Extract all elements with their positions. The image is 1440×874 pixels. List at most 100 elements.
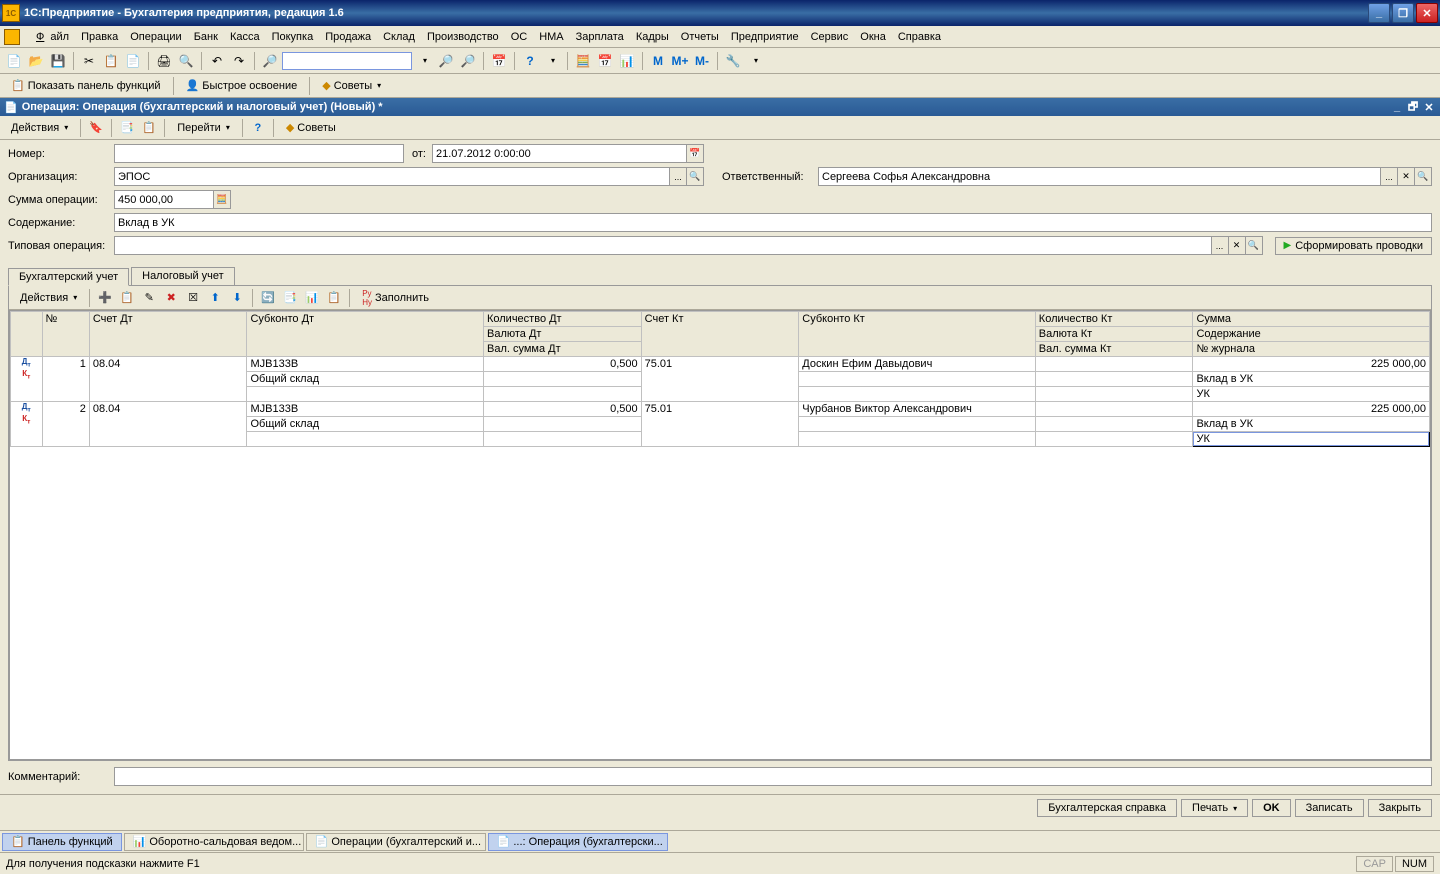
grid-tool3-icon[interactable]: 📋	[324, 288, 344, 308]
menu-windows[interactable]: Окна	[854, 29, 892, 45]
settings-dropdown[interactable]	[745, 51, 765, 71]
grid-up-icon[interactable]: ⬆	[205, 288, 225, 308]
grid-delete-icon[interactable]: ✖	[161, 288, 181, 308]
help-question-icon[interactable]: ?	[520, 51, 540, 71]
actions-button[interactable]: Действия	[4, 119, 75, 137]
grid-container[interactable]: № Счет Дт Субконто Дт Количество Дт Счет…	[9, 310, 1431, 760]
ok-button[interactable]: OK	[1252, 799, 1291, 817]
quick-start-button[interactable]: 👤Быстрое освоение	[179, 76, 305, 95]
m-button[interactable]: M	[648, 51, 668, 71]
typical-open-button[interactable]: 🔍	[1246, 236, 1263, 255]
m-plus-button[interactable]: M+	[670, 51, 690, 71]
cell-qkt[interactable]	[1035, 357, 1193, 372]
preview-icon[interactable]: 🔍	[176, 51, 196, 71]
cell-qdt[interactable]: 0,500	[483, 402, 641, 417]
save-icon[interactable]: 💾	[48, 51, 68, 71]
show-panel-button[interactable]: 📋Показать панель функций	[4, 76, 168, 95]
comment-field[interactable]	[114, 767, 1432, 786]
menu-file[interactable]: Файл	[24, 29, 75, 45]
sum-calc-button[interactable]: 🧮	[214, 190, 231, 209]
cell-cont[interactable]: Вклад в УК	[1193, 417, 1430, 432]
m-minus-button[interactable]: M-	[692, 51, 712, 71]
col-vdt[interactable]: Валюта Дт	[483, 327, 641, 342]
cell-sbdt2[interactable]: Общий склад	[247, 417, 484, 432]
menu-os[interactable]: ОС	[505, 29, 534, 45]
doc-list-icon[interactable]: 📋	[139, 118, 159, 138]
col-vkt[interactable]: Валюта Кт	[1035, 327, 1193, 342]
find-next-icon[interactable]: 🔎	[436, 51, 456, 71]
cell-sbkt2[interactable]	[799, 372, 1036, 387]
generate-button[interactable]: ▶Сформировать проводки	[1275, 237, 1432, 255]
grid-copy-icon[interactable]: 📋	[117, 288, 137, 308]
cell-skt[interactable]: 75.01	[641, 402, 799, 447]
cell-sbkt1[interactable]: Доскин Ефим Давыдович	[799, 357, 1036, 372]
close-doc-button[interactable]: Закрыть	[1368, 799, 1432, 817]
cell-sbkt2[interactable]	[799, 417, 1036, 432]
cell-sbdt1[interactable]: МJВ133В	[247, 402, 484, 417]
report-button[interactable]: Бухгалтерская справка	[1037, 799, 1177, 817]
doc-bookmark-icon[interactable]: 🔖	[86, 118, 106, 138]
menu-staff[interactable]: Кадры	[630, 29, 675, 45]
find-icon[interactable]: 🔎	[260, 51, 280, 71]
cell-sbdt2[interactable]: Общий склад	[247, 372, 484, 387]
search-input[interactable]	[282, 52, 412, 70]
tips-button[interactable]: ◆Советы	[315, 76, 388, 95]
open-icon[interactable]: 📂	[26, 51, 46, 71]
menu-reports[interactable]: Отчеты	[675, 29, 725, 45]
col-skt[interactable]: Счет Кт	[641, 312, 799, 357]
grid-xdel-icon[interactable]: ☒	[183, 288, 203, 308]
cell-skt[interactable]: 75.01	[641, 357, 799, 402]
cell-vkt[interactable]	[1035, 417, 1193, 432]
cell-n[interactable]: 2	[42, 402, 89, 447]
taskbar-item[interactable]: 📊Оборотно-сальдовая ведом...	[124, 833, 304, 851]
menu-production[interactable]: Производство	[421, 29, 505, 45]
resp-clear-button[interactable]: ✕	[1398, 167, 1415, 186]
cell-sbkt1[interactable]: Чурбанов Виктор Александрович	[799, 402, 1036, 417]
grid-edit-icon[interactable]: ✎	[139, 288, 159, 308]
print-icon[interactable]: 🖨	[154, 51, 174, 71]
col-vsdt[interactable]: Вал. сумма Дт	[483, 342, 641, 357]
col-cont[interactable]: Содержание	[1193, 327, 1430, 342]
col-n[interactable]: №	[42, 312, 89, 357]
cell-sdt[interactable]: 08.04	[89, 357, 247, 402]
taskbar-item[interactable]: 📄...: Операция (бухгалтерски...	[488, 833, 668, 851]
calendar-icon[interactable]: 📅	[489, 51, 509, 71]
grid-actions-button[interactable]: Действия	[13, 289, 84, 307]
org-field[interactable]: ЭПОС	[114, 167, 670, 186]
content-field[interactable]: Вклад в УК	[114, 213, 1432, 232]
cell-sum[interactable]: 225 000,00	[1193, 402, 1430, 417]
resp-open-button[interactable]: 🔍	[1415, 167, 1432, 186]
cell-jn-editing[interactable]: УК	[1193, 432, 1430, 447]
doc-minimize-button[interactable]: _	[1390, 100, 1404, 114]
menu-operations[interactable]: Операции	[124, 29, 187, 45]
tab-accounting[interactable]: Бухгалтерский учет	[8, 268, 129, 286]
cell-vdt[interactable]	[483, 372, 641, 387]
tool3-icon[interactable]: 📊	[617, 51, 637, 71]
grid-tool1-icon[interactable]: 📑	[280, 288, 300, 308]
settings-icon[interactable]: 🔧	[723, 51, 743, 71]
taskbar-item[interactable]: 📋Панель функций	[2, 833, 122, 851]
cell-cont[interactable]: Вклад в УК	[1193, 372, 1430, 387]
doc-tips-button[interactable]: ◆Советы	[279, 118, 343, 137]
date-field[interactable]: 21.07.2012 0:00:00	[432, 144, 687, 163]
menu-help[interactable]: Справка	[892, 29, 947, 45]
close-button[interactable]: ✕	[1416, 3, 1438, 23]
sum-field[interactable]: 450 000,00	[114, 190, 214, 209]
col-jn[interactable]: № журнала	[1193, 342, 1430, 357]
tab-tax[interactable]: Налоговый учет	[131, 267, 235, 285]
typical-clear-button[interactable]: ✕	[1229, 236, 1246, 255]
typical-select-button[interactable]: ...	[1212, 236, 1229, 255]
cell-jn[interactable]: УК	[1193, 387, 1430, 402]
menu-salary[interactable]: Зарплата	[570, 29, 630, 45]
org-open-button[interactable]: 🔍	[687, 167, 704, 186]
grid-down-icon[interactable]: ⬇	[227, 288, 247, 308]
menu-cashbox[interactable]: Касса	[224, 29, 266, 45]
doc-help-icon[interactable]: ?	[248, 118, 268, 138]
doc-restore-button[interactable]: 🗗	[1406, 100, 1420, 114]
print-button[interactable]: Печать	[1181, 799, 1248, 817]
copy-icon[interactable]: 📋	[101, 51, 121, 71]
maximize-button[interactable]: ❐	[1392, 3, 1414, 23]
fill-button[interactable]: PyHyЗаполнить	[355, 286, 436, 310]
number-field[interactable]	[114, 144, 404, 163]
typical-field[interactable]	[114, 236, 1212, 255]
